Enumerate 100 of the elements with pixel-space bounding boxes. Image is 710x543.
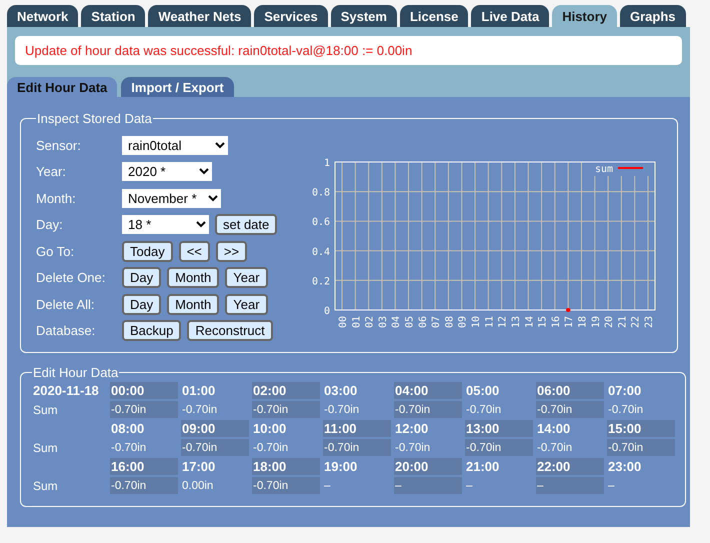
hour-cell-text: 12:00	[394, 420, 430, 437]
axis-label: 19	[590, 316, 602, 328]
value-cell[interactable]: –	[394, 477, 462, 494]
action-button[interactable]: Today	[122, 240, 173, 262]
value-cell[interactable]: -0.70in	[607, 401, 675, 418]
dropdown[interactable]: 2020 *	[122, 162, 212, 182]
value-cell[interactable]: -0.70in	[536, 401, 604, 418]
action-button[interactable]: Year	[225, 267, 268, 288]
axis-label: 10	[471, 316, 482, 328]
action-button[interactable]: Month	[167, 294, 220, 315]
hour-cell: 18:00	[252, 458, 320, 475]
row-label: Sum	[32, 440, 59, 456]
value-cell[interactable]: -0.70in	[323, 439, 391, 456]
axis-label: 0.6	[312, 217, 330, 228]
nav-tab[interactable]: Graphs	[620, 5, 686, 27]
dropdown[interactable]: rain0total	[122, 136, 228, 155]
axis-label: 07	[431, 316, 442, 328]
action-button[interactable]: <<	[178, 240, 210, 262]
axis-label: 02	[364, 316, 376, 328]
axis-label: 09	[458, 316, 469, 328]
value-cell[interactable]: -0.70in	[252, 439, 320, 456]
field-label: Day:	[36, 216, 64, 234]
nav-tab[interactable]: Services	[254, 5, 328, 27]
value-cell[interactable]: -0.70in	[252, 401, 320, 418]
dropdown[interactable]: November *	[122, 188, 221, 208]
axis-label: 15	[538, 316, 549, 328]
hour-cell-text: 23:00	[607, 458, 642, 475]
hour-cell-text: 08:00	[110, 420, 146, 437]
value-cell[interactable]: -0.70in	[110, 439, 178, 456]
hour-cell: 13:00	[465, 420, 533, 437]
action-button[interactable]: Month	[167, 267, 220, 288]
hour-cell: 15:00	[607, 420, 675, 437]
value-cell[interactable]: -0.70in	[465, 439, 533, 456]
value-cell[interactable]: –	[323, 477, 391, 494]
nav-tab[interactable]: Live Data	[471, 5, 550, 27]
action-button[interactable]: >>	[216, 240, 248, 262]
axis-label: 0.8	[312, 188, 330, 199]
hour-cell-text: 01:00	[181, 382, 216, 399]
value-cell[interactable]: –	[607, 477, 675, 494]
value-cell[interactable]: -0.70in	[181, 439, 249, 456]
field-label: Month:	[36, 190, 77, 208]
nav-tab[interactable]: History	[552, 5, 617, 27]
nav-tab[interactable]: Station	[81, 5, 146, 27]
value-cell[interactable]: 0.00in	[181, 477, 249, 494]
hour-cell: 20:00	[394, 458, 462, 475]
row-label: Sum	[32, 478, 59, 494]
axis-label: 17	[564, 316, 576, 328]
value-cell[interactable]: -0.70in	[394, 401, 462, 418]
axis-label: 20	[604, 316, 616, 328]
field-label: Sensor:	[36, 136, 82, 155]
value-cell[interactable]: -0.70in	[110, 401, 178, 418]
action-button[interactable]: set date	[215, 214, 278, 236]
action-button[interactable]: Backup	[122, 320, 182, 342]
hour-cell-text: 19:00	[323, 458, 358, 475]
action-button[interactable]: Reconstruct	[187, 320, 273, 342]
field-label: Database:	[36, 322, 96, 340]
axis-label: 1	[324, 158, 330, 169]
nav-tab[interactable]: License	[400, 5, 468, 27]
axis-label: 13	[510, 316, 522, 328]
value-cell[interactable]: –	[465, 477, 533, 494]
value-cell[interactable]: -0.70in	[465, 401, 533, 418]
axis-label: 0.4	[312, 246, 330, 258]
axis-label: 08	[444, 316, 456, 328]
axis-label: 21	[617, 316, 628, 328]
axis-label: 11	[484, 316, 496, 328]
value-cell[interactable]: -0.70in	[607, 439, 675, 456]
value-cell[interactable]: –	[536, 477, 604, 494]
hour-cell-text: 10:00	[252, 420, 288, 437]
value-cell[interactable]: -0.70in	[536, 439, 604, 456]
hour-cell-text: 21:00	[465, 458, 500, 475]
sub-tab[interactable]: Edit Hour Data	[7, 77, 118, 97]
hour-cell: 06:00	[536, 382, 604, 399]
hour-cell: 16:00	[110, 458, 178, 475]
hour-cell-text: 03:00	[323, 382, 358, 399]
nav-tab[interactable]: Weather Nets	[148, 5, 252, 27]
axis-label: 23	[644, 316, 655, 328]
axis-label: 04	[391, 316, 402, 328]
nav-tab[interactable]: System	[330, 5, 397, 27]
field-label: Delete One:	[36, 269, 106, 288]
value-cell[interactable]: -0.70in	[252, 477, 320, 494]
value-cell[interactable]: -0.70in	[181, 401, 249, 418]
axis-label: 22	[630, 316, 642, 328]
value-cell[interactable]: -0.70in	[110, 477, 178, 494]
value-cell[interactable]: -0.70in	[323, 401, 391, 418]
dropdown[interactable]: 18 *	[122, 215, 209, 234]
action-button[interactable]: Day	[122, 267, 162, 288]
action-button[interactable]: Year	[225, 294, 268, 315]
nav-tab[interactable]: Network	[7, 5, 78, 27]
value-cell[interactable]: -0.70in	[394, 439, 462, 456]
action-button[interactable]: Day	[122, 294, 162, 315]
axis-label: 18	[577, 316, 588, 328]
axis-label: 00	[338, 316, 349, 328]
axis-label: 01	[351, 316, 362, 328]
hour-cell: 11:00	[323, 420, 391, 437]
data-point	[566, 308, 570, 312]
sub-tab[interactable]: Import / Export	[121, 77, 234, 97]
hour-cell: 00:00	[110, 382, 178, 399]
axis-label: 03	[378, 316, 389, 328]
axis-label: 14	[524, 316, 536, 328]
hour-cell-text: 14:00	[536, 420, 572, 437]
